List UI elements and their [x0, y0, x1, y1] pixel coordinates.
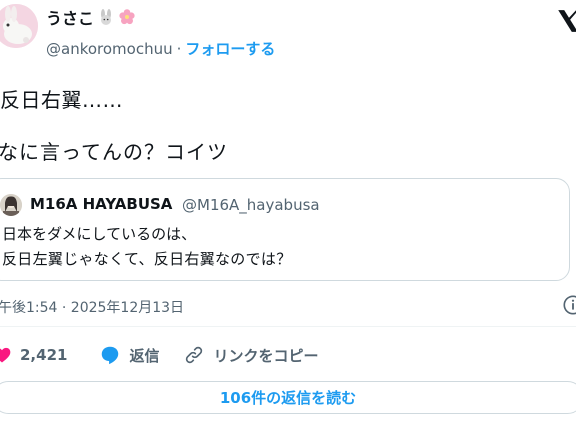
reply-label: 返信 [129, 346, 160, 365]
read-replies-button[interactable]: 106件の返信を読む [0, 381, 576, 414]
avatar[interactable] [0, 4, 38, 48]
separator-dot: · [176, 40, 182, 58]
info-icon[interactable] [562, 294, 576, 316]
heart-icon [0, 347, 11, 363]
quoted-author-handle: @M16A_hayabusa [182, 196, 320, 214]
post-timestamp[interactable]: 午後1:54 · 2025年12月13日 [0, 297, 184, 317]
copy-link-label: リンクをコピー [213, 346, 319, 365]
author-name-row: うさこ [46, 6, 136, 28]
person-avatar-icon [0, 194, 22, 216]
x-logo-icon[interactable] [555, 8, 576, 34]
author-handle[interactable]: @ankoromochuu [46, 40, 173, 58]
link-icon [186, 346, 203, 364]
author-name[interactable]: うさこ [46, 5, 94, 29]
action-bar: 2,421 返信 リンクをコピー [0, 335, 318, 375]
quoted-author-name: M16A HAYABUSA [30, 195, 173, 213]
post-text-line-1: 反日右翼…… [0, 88, 123, 112]
quoted-text-line-1: 日本をダメにしているのは、 [2, 225, 197, 243]
quoted-avatar [0, 194, 22, 216]
reply-button[interactable]: 返信 [99, 344, 159, 366]
reply-bubble-icon [102, 346, 119, 365]
cherry-blossom-icon [119, 9, 135, 25]
rabbit-icon [101, 9, 112, 25]
divider [0, 326, 576, 327]
like-count: 2,421 [20, 346, 68, 364]
post-text-line-2: なに言ってんの？コイツ [0, 140, 228, 164]
like-button[interactable]: 2,421 [0, 345, 67, 365]
copy-link-button[interactable]: リンクをコピー [183, 344, 318, 366]
quoted-text-line-2: 反日左翼じゃなくて、反日右翼なのでは？ [2, 250, 292, 268]
rabbit-avatar-icon [0, 4, 38, 48]
follow-button[interactable]: フォローする [185, 40, 275, 58]
author-handle-row: @ankoromochuu · フォローする [46, 38, 275, 59]
